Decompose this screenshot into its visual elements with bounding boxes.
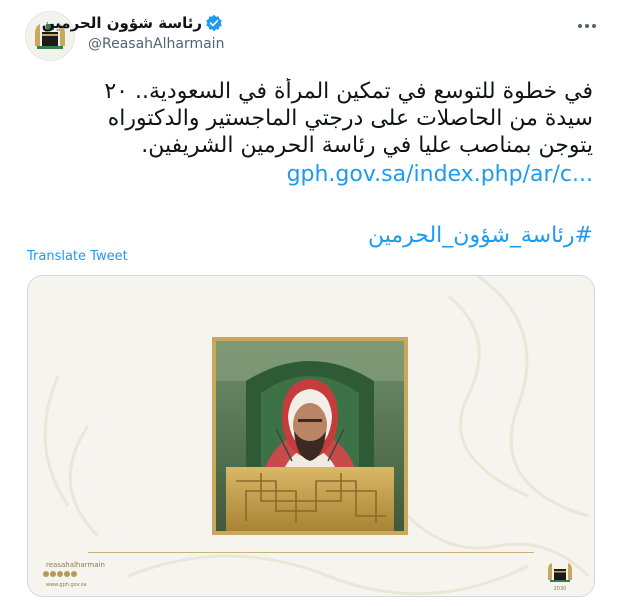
social-media-icons (43, 571, 77, 577)
translate-tweet-button[interactable]: Translate Tweet (27, 249, 128, 264)
tweet-link[interactable]: gph.gov.sa/index.php/ar/c... (25, 162, 593, 187)
tweet-text-line: في خطوة للتوسع في تمكين المرأة في السعود… (104, 79, 593, 104)
verified-badge-icon (206, 14, 222, 32)
kaaba-vision-logo-icon: 2030 (548, 563, 572, 592)
tweet-text-line: سيدة من الحاصلات على درجتي الماجستير وال… (107, 106, 593, 131)
user-handle[interactable]: @ReasahAlharmain (88, 36, 224, 52)
tweet-media-image[interactable]: reasahalharmain www.gph.gov.sa 2030 (27, 275, 595, 597)
display-name[interactable]: رئاسة شؤون الحرمين (42, 14, 202, 32)
tweet: رئاسة شؤون الحرمين @ReasahAlharmain في خ… (0, 0, 622, 606)
more-options-icon[interactable] (574, 13, 600, 39)
photo-frame (212, 337, 408, 535)
website-text: www.gph.gov.sa (46, 582, 87, 588)
divider-line (88, 552, 534, 553)
tweet-text: في خطوة للتوسع في تمكين المرأة في السعود… (25, 78, 593, 159)
tweet-text-line: يتوجن بمناصب عليا في رئاسة الحرمين الشري… (141, 133, 593, 158)
brand-handle-text: reasahalharmain (46, 561, 105, 569)
vision-year-text: 2030 (554, 586, 567, 592)
hashtag-link[interactable]: #رئاسة_شؤون_الحرمين (25, 223, 593, 248)
speaker-photo (216, 341, 404, 531)
